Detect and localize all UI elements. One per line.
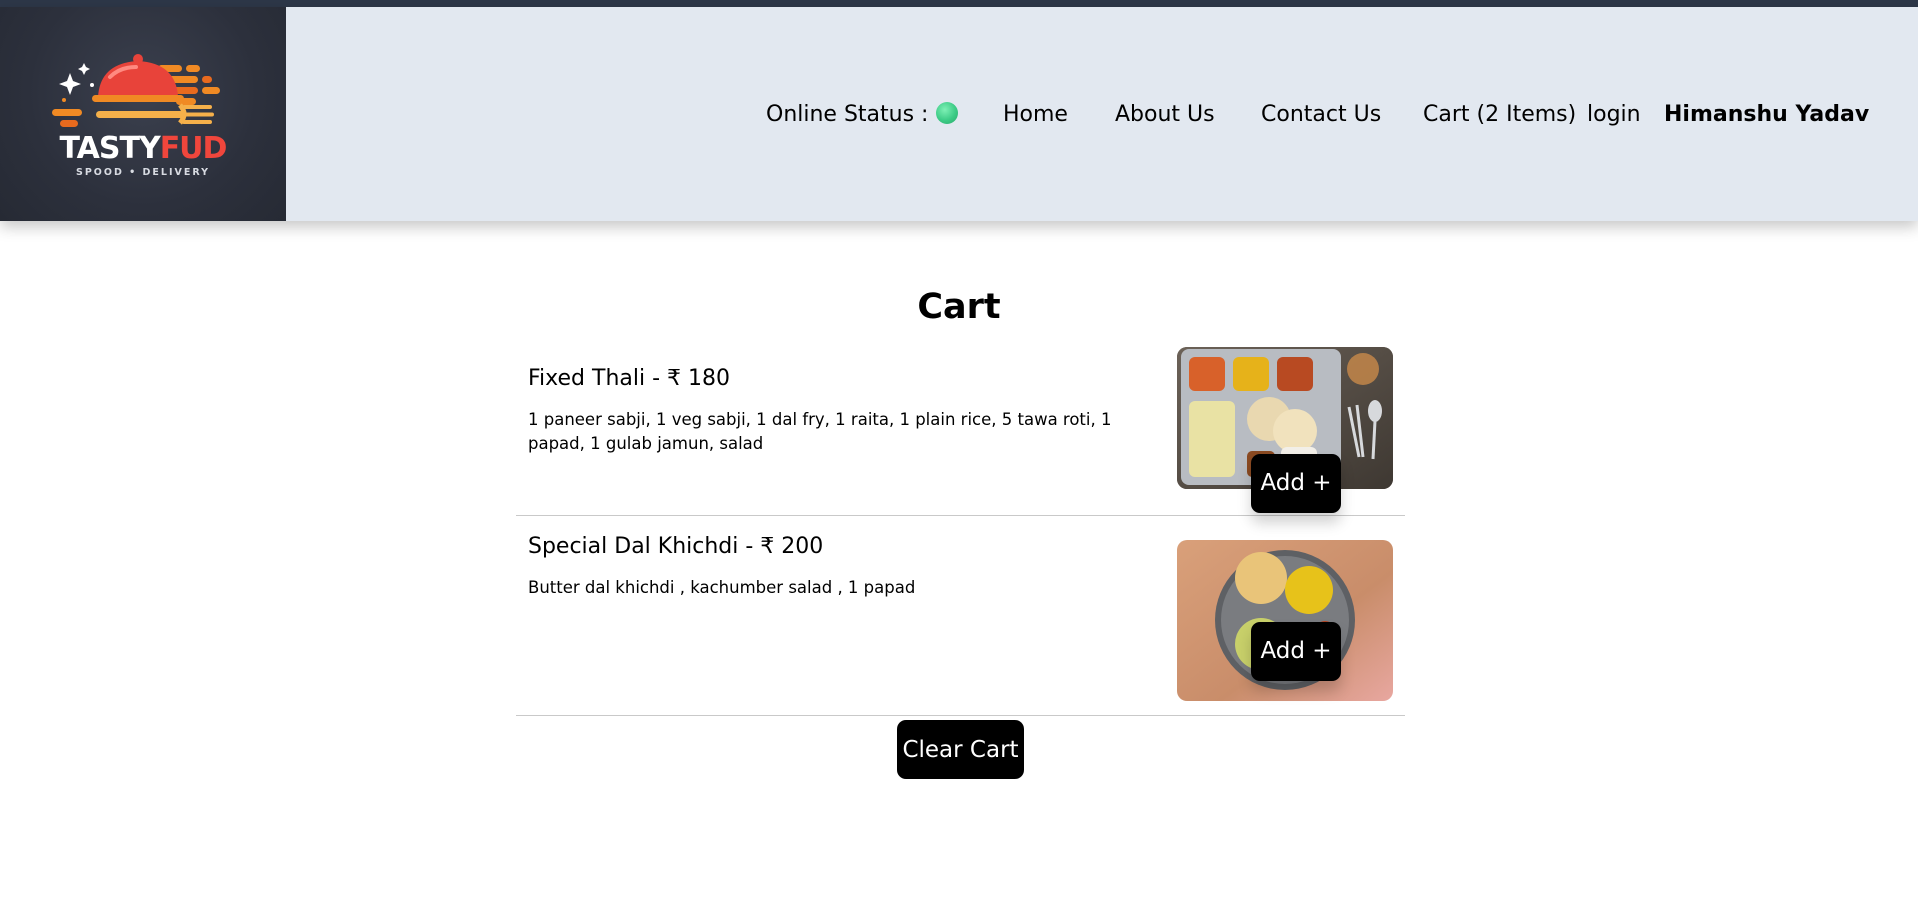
nav-contact-link[interactable]: Contact Us	[1261, 100, 1381, 130]
add-item-button[interactable]: Add +	[1251, 454, 1341, 513]
online-status: Online Status :	[766, 100, 959, 130]
online-status-label: Online Status :	[766, 102, 929, 127]
site-header: TASTYFUD SPOOD • DELIVERY Online Status …	[0, 7, 1918, 221]
add-item-button[interactable]: Add +	[1251, 622, 1341, 681]
cart-item: Special Dal Khichdi - ₹ 200 Butter dal k…	[516, 515, 1405, 716]
item-name: Fixed Thali - ₹ 180	[528, 366, 730, 391]
top-strip	[0, 0, 1918, 7]
main-nav: Online Status : Home About Us Contact Us…	[0, 7, 1918, 221]
nav-cart-link[interactable]: Cart (2 Items)	[1423, 100, 1576, 130]
cart-item: Fixed Thali - ₹ 180 1 paneer sabji, 1 ve…	[516, 347, 1405, 516]
user-name: Himanshu Yadav	[1664, 102, 1870, 127]
nav-about-link[interactable]: About Us	[1115, 100, 1215, 130]
nav-login-link[interactable]: login	[1587, 100, 1641, 130]
item-description: 1 paneer sabji, 1 veg sabji, 1 dal fry, …	[528, 410, 1112, 453]
page-title: Cart	[917, 287, 1001, 327]
item-description: Butter dal khichdi , kachumber salad , 1…	[528, 578, 916, 597]
clear-cart-button[interactable]: Clear Cart	[897, 720, 1024, 779]
online-status-dot-icon	[936, 102, 959, 124]
item-name: Special Dal Khichdi - ₹ 200	[528, 534, 824, 559]
nav-home-link[interactable]: Home	[1003, 100, 1068, 130]
